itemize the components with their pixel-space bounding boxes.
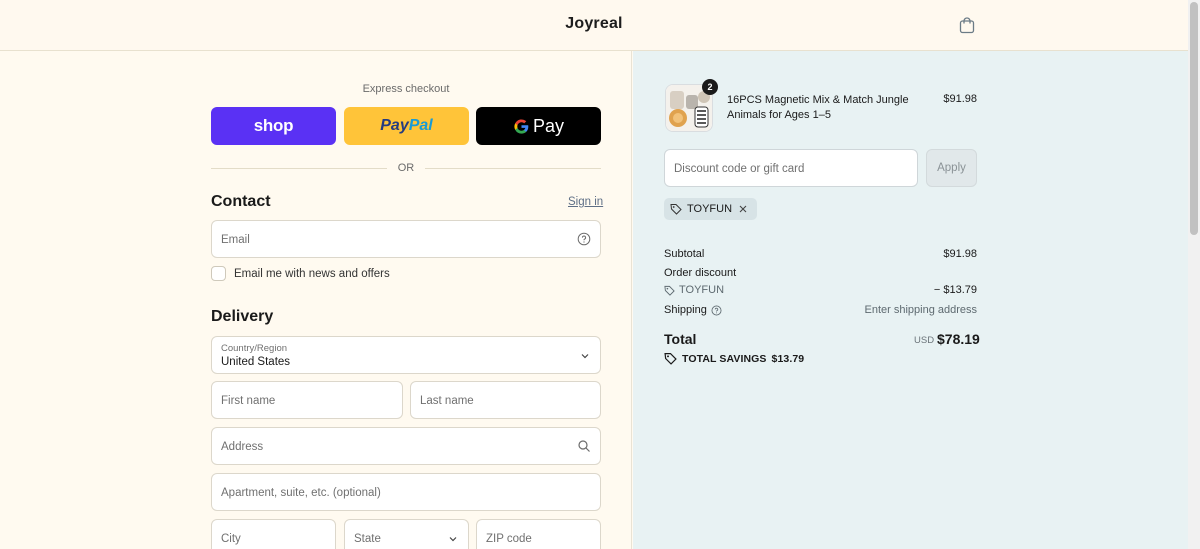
- quantity-badge: 2: [702, 79, 718, 95]
- paypal-logo-part-1: Pay: [380, 117, 409, 134]
- divider-line-right: [425, 168, 601, 169]
- subtotal-value: $91.98: [943, 248, 977, 260]
- country-select-label: Country/Region: [221, 343, 288, 354]
- google-g-icon: [514, 118, 529, 134]
- paypal-button[interactable]: Pay Pal: [344, 107, 469, 145]
- newsletter-opt-in[interactable]: Email me with news and offers: [211, 266, 390, 281]
- order-discount-label: Order discount: [664, 267, 737, 279]
- express-checkout-label: Express checkout: [362, 83, 450, 95]
- shop-pay-button[interactable]: shop: [211, 107, 336, 145]
- total-value: $78.19: [937, 331, 980, 347]
- delivery-heading: Delivery: [211, 308, 274, 325]
- discount-code-label: TOYFUN: [679, 284, 725, 296]
- apartment-field[interactable]: Apartment, suite, etc. (optional): [211, 473, 601, 511]
- first-name-field[interactable]: First name: [211, 381, 403, 419]
- tag-icon: [670, 204, 682, 215]
- discount-code-placeholder: Discount code or gift card: [674, 163, 805, 175]
- google-pay-label: Pay: [532, 115, 565, 136]
- address-field[interactable]: Address: [211, 427, 601, 465]
- shipping-label: Shipping: [664, 304, 707, 316]
- first-name-placeholder: First name: [221, 395, 276, 407]
- total-savings: TOTAL SAVINGS $13.79: [664, 352, 804, 365]
- discount-value: − $13.79: [933, 284, 977, 296]
- last-name-field[interactable]: Last name: [410, 381, 601, 419]
- scrollbar-thumb[interactable]: [1190, 2, 1198, 235]
- header: Joyreal: [0, 0, 1188, 51]
- address-placeholder: Address: [221, 441, 264, 453]
- paypal-logo-part-2: Pal: [408, 117, 433, 134]
- search-icon: [578, 440, 590, 452]
- last-name-placeholder: Last name: [420, 395, 474, 407]
- sign-in-link[interactable]: Sign in: [568, 196, 603, 208]
- remove-discount-icon[interactable]: [737, 203, 749, 215]
- apartment-placeholder: Apartment, suite, etc. (optional): [221, 487, 381, 499]
- state-select[interactable]: State: [344, 519, 469, 549]
- city-placeholder: City: [221, 533, 241, 545]
- total-savings-label: TOTAL SAVINGS: [682, 352, 767, 365]
- email-placeholder: Email: [221, 234, 250, 246]
- total-currency: USD: [914, 335, 935, 346]
- applied-discount-code: TOYFUN: [687, 203, 733, 215]
- help-circle-icon[interactable]: [577, 232, 591, 246]
- product-price: $91.98: [943, 93, 977, 105]
- tag-icon: [664, 353, 677, 365]
- page-scrollbar[interactable]: [1188, 0, 1200, 549]
- country-select-value: United States: [221, 356, 291, 368]
- apply-discount-button[interactable]: Apply: [926, 149, 977, 187]
- or-divider: OR: [211, 162, 601, 174]
- store-brand[interactable]: Joyreal: [0, 15, 1188, 33]
- help-circle-icon[interactable]: [711, 305, 722, 316]
- zip-code-placeholder: ZIP code: [486, 533, 532, 545]
- zip-code-field[interactable]: ZIP code: [476, 519, 601, 549]
- chevron-down-icon: [581, 354, 589, 359]
- subtotal-label: Subtotal: [664, 248, 705, 260]
- newsletter-label: Email me with news and offers: [234, 267, 390, 280]
- contact-heading: Contact: [211, 193, 271, 210]
- applied-discount-chip: TOYFUN: [664, 198, 758, 220]
- shipping-label-group: Shipping: [664, 304, 722, 316]
- product-name: 16PCS Magnetic Mix & Match Jungle Animal…: [727, 94, 909, 121]
- shop-pay-logo: shop: [253, 116, 294, 135]
- country-select[interactable]: Country/Region United States: [211, 336, 601, 374]
- discount-code-tag: TOYFUN: [664, 284, 724, 296]
- state-placeholder: State: [354, 533, 381, 545]
- shopping-bag-icon[interactable]: [958, 16, 976, 34]
- google-pay-button[interactable]: Pay: [476, 107, 601, 145]
- newsletter-checkbox[interactable]: [211, 266, 226, 281]
- email-field[interactable]: Email: [211, 220, 601, 258]
- discount-code-input[interactable]: Discount code or gift card: [664, 149, 918, 187]
- total-savings-value: $13.79: [771, 352, 805, 365]
- city-field[interactable]: City: [211, 519, 336, 549]
- chevron-down-icon: [449, 537, 457, 542]
- order-summary-panel: [633, 51, 1188, 549]
- tag-icon: [664, 285, 675, 296]
- shipping-value: Enter shipping address: [864, 304, 977, 316]
- total-label: Total: [664, 331, 697, 347]
